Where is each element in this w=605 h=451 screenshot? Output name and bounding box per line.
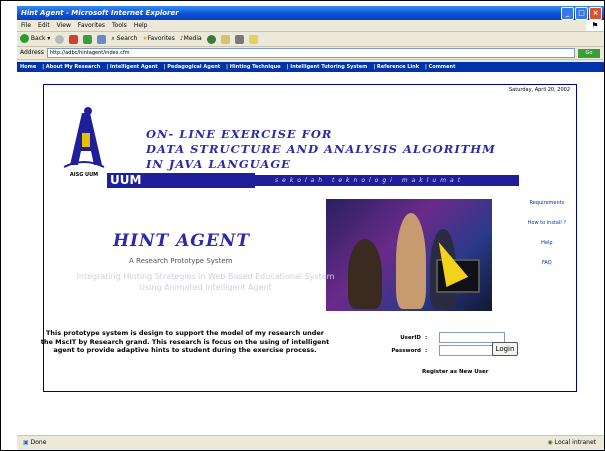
window-title: Hint Agent - Microsoft Internet Explorer bbox=[21, 9, 179, 17]
status-zone: ◉ Local intranet bbox=[547, 439, 596, 446]
headline: ON- LINE EXERCISE FOR DATA STRUCTURE AND… bbox=[146, 127, 496, 172]
school-banner: sekolah teknologi maklumat bbox=[255, 175, 519, 186]
password-colon: : bbox=[425, 347, 428, 354]
history-icon[interactable] bbox=[206, 34, 216, 44]
media-button[interactable]: ♪Media bbox=[180, 32, 202, 46]
login-form: UserID : Password : bbox=[387, 331, 505, 357]
userid-colon: : bbox=[425, 334, 428, 341]
search-button[interactable]: ⌕ Search bbox=[111, 32, 137, 46]
back-button[interactable]: Back ▾ bbox=[20, 32, 50, 46]
password-label: Password bbox=[391, 347, 421, 354]
headline-line-2: DATA STRUCTURE AND ANALYSIS ALGORITHM bbox=[146, 142, 496, 156]
nav-reference-link[interactable]: | Reference Link bbox=[373, 62, 419, 72]
windows-logo-icon: ⚑ bbox=[586, 20, 604, 31]
photo-person bbox=[396, 213, 426, 309]
toolbar: Back ▾ ⌕ Search ★Favorites ♪Media bbox=[17, 32, 604, 47]
minimize-button[interactable]: _ bbox=[561, 7, 574, 20]
description-text: This prototype system is design to suppo… bbox=[40, 329, 330, 354]
link-help[interactable]: Help bbox=[528, 233, 566, 253]
go-button[interactable]: Go bbox=[578, 48, 600, 58]
nav-intelligent-agent[interactable]: | Intelligent Agent bbox=[106, 62, 157, 72]
menu-help[interactable]: Help bbox=[134, 20, 148, 31]
students-photo bbox=[326, 199, 492, 311]
nav-hinting-technique[interactable]: | Hinting Technique bbox=[226, 62, 280, 72]
headline-line-3: IN JAVA LANGUAGE bbox=[146, 157, 291, 171]
back-arrow-icon bbox=[20, 34, 29, 43]
photo-person bbox=[348, 239, 382, 309]
prototype-subtitle: A Research Prototype System bbox=[129, 257, 233, 265]
link-how-to-install[interactable]: How to install ? bbox=[528, 213, 566, 233]
menu-view[interactable]: View bbox=[57, 20, 71, 31]
edit-icon[interactable] bbox=[248, 34, 258, 44]
nav-home[interactable]: Home bbox=[20, 62, 36, 72]
nav-comment[interactable]: | Comment bbox=[425, 62, 455, 72]
site-nav: Home | About My Research | Intelligent A… bbox=[17, 62, 604, 72]
main-panel: Saturday, April 20, 2002 AISG UUM ON- LI… bbox=[40, 84, 577, 392]
menu-file[interactable]: File bbox=[21, 20, 31, 31]
menu-favorites[interactable]: Favorites bbox=[78, 20, 105, 31]
login-button[interactable]: Login bbox=[492, 342, 518, 356]
close-button[interactable]: × bbox=[589, 7, 602, 20]
maximize-button[interactable]: □ bbox=[575, 7, 588, 20]
menu-tools[interactable]: Tools bbox=[112, 20, 127, 31]
browser-window: Hint Agent - Microsoft Internet Explorer… bbox=[17, 6, 604, 450]
forward-arrow-icon[interactable] bbox=[55, 34, 65, 44]
menu-bar: File Edit View Favorites Tools Help ⚑ bbox=[17, 20, 604, 32]
logo-caption: AISG UUM bbox=[69, 172, 99, 178]
userid-label: UserID bbox=[400, 334, 421, 341]
title-bar: Hint Agent - Microsoft Internet Explorer… bbox=[17, 6, 604, 20]
favorites-button[interactable]: ★Favorites bbox=[142, 32, 175, 46]
status-bar: ▣ Done ◉ Local intranet bbox=[17, 435, 604, 450]
headline-line-1: ON- LINE EXERCISE FOR bbox=[146, 127, 333, 141]
nav-pedagogical-agent[interactable]: | Pedagogical Agent bbox=[164, 62, 220, 72]
refresh-icon[interactable] bbox=[83, 34, 93, 44]
address-bar: Address http://adbc/hintagent/index.cfm … bbox=[17, 47, 604, 60]
uum-banner: UUM bbox=[107, 173, 255, 188]
tagline-text: Integrating Hinting Strategies in Web-Ba… bbox=[76, 272, 335, 292]
address-input[interactable]: http://adbc/hintagent/index.cfm bbox=[46, 48, 575, 58]
register-link[interactable]: Register as New User bbox=[422, 369, 488, 375]
print-icon[interactable] bbox=[234, 34, 244, 44]
status-done: ▣ Done bbox=[23, 439, 47, 446]
stop-icon[interactable] bbox=[69, 34, 79, 44]
uum-logo: AISG UUM bbox=[60, 105, 108, 183]
nav-about-research[interactable]: | About My Research bbox=[42, 62, 100, 72]
home-icon[interactable] bbox=[97, 34, 107, 44]
mail-icon[interactable] bbox=[220, 34, 230, 44]
side-links: Requirements How to install ? Help FAQ bbox=[528, 193, 566, 273]
nav-its[interactable]: | Intelligent Tutoring System bbox=[287, 62, 368, 72]
page-icon: ▣ bbox=[23, 439, 29, 446]
address-label: Address bbox=[20, 49, 44, 56]
link-requirements[interactable]: Requirements bbox=[528, 193, 566, 213]
date-text: Saturday, April 20, 2002 bbox=[509, 87, 570, 93]
menu-edit[interactable]: Edit bbox=[38, 20, 50, 31]
intranet-icon: ◉ bbox=[547, 439, 553, 446]
hint-agent-title: HINT AGENT bbox=[113, 231, 250, 251]
link-faq[interactable]: FAQ bbox=[528, 253, 566, 273]
